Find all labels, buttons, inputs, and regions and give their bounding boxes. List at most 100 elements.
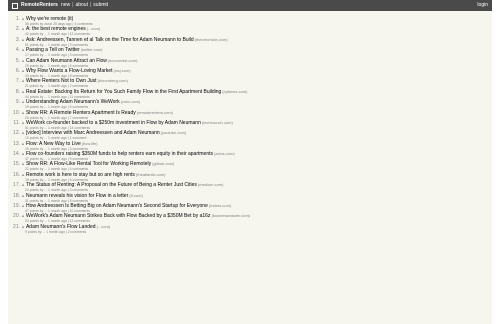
story-domain[interactable]: (forbes.com) <box>209 203 231 208</box>
story-title-link[interactable]: Adam Neumann's Flow Landed <box>26 224 96 230</box>
story-domain[interactable]: (...com) <box>87 26 101 31</box>
list-item: 19.▲How Andreessen Is Betting Big on Ada… <box>8 203 492 213</box>
nav-new-link[interactable]: new <box>61 0 70 11</box>
story-rank: 5. <box>15 57 20 64</box>
list-item: 5.▲Can Adam Neumann Attract an Flow(econ… <box>8 58 492 68</box>
story-domain[interactable]: (theatlantic.com) <box>136 172 166 177</box>
story-meta: 44 points by ... 1 month ago | 11 commen… <box>25 94 90 99</box>
story-domain[interactable]: (flow.life) <box>82 141 98 146</box>
nav-submit-link[interactable]: submit <box>93 0 108 11</box>
story-rank: 16. <box>13 171 20 178</box>
list-item: 13.▲Flow: A New Way to Live(flow.life) 15… <box>8 141 492 151</box>
story-rank: 10. <box>13 109 20 116</box>
story-domain[interactable]: (bloomberg.com) <box>98 78 128 83</box>
upvote-icon[interactable]: ▲ <box>21 68 25 73</box>
story-domain[interactable]: (axios.com) <box>214 151 235 156</box>
story-meta: 38 points by zanzi 28 days ago | 4 comme… <box>25 22 93 26</box>
list-item: 1.▲Why we're remote (it) 38 points by zan… <box>8 16 492 26</box>
list-item: 16.▲Remote work is here to stay but so a… <box>8 172 492 182</box>
upvote-icon[interactable]: ▲ <box>21 120 25 125</box>
upvote-icon[interactable]: ▲ <box>21 172 25 177</box>
story-title-link[interactable]: Flow: A New Way to Live <box>26 141 81 147</box>
story-domain[interactable]: (ft.com) <box>129 193 143 198</box>
story-meta: 15 points by ... 1 month ago | 3 comment… <box>25 146 89 151</box>
story-title-link[interactable]: Remote work is here to stay but so are h… <box>26 172 135 178</box>
story-title-link[interactable]: Neumann reveals his vision for Flow in a… <box>26 193 128 199</box>
header-bar: RemoteRenters new | about | submit login <box>8 0 492 11</box>
story-list: 1.▲Why we're remote (it) 38 points by zan… <box>8 11 492 234</box>
story-meta: 53 points by ... 1 month ago | 12 commen… <box>25 219 90 224</box>
story-domain[interactable]: (cnbc.com) <box>121 99 141 104</box>
story-rank: 2. <box>15 26 20 33</box>
list-item: 15.▲Show RR: A Flow-Like Rental Tool for… <box>8 161 492 171</box>
upvote-icon[interactable]: ▲ <box>21 89 25 94</box>
login-link[interactable]: login <box>477 0 488 11</box>
story-rank: 13. <box>13 140 20 147</box>
story-meta: 21 points by ... 1 month ago | 2 comment… <box>25 84 89 89</box>
story-rank: 20. <box>13 213 20 220</box>
story-rank: 21. <box>13 223 20 230</box>
upvote-icon[interactable]: ▲ <box>21 110 25 115</box>
upvote-icon[interactable]: ▲ <box>21 47 25 52</box>
list-item: 14.▲Flow co-founders raising $350M funds… <box>8 151 492 161</box>
story-rank: 11. <box>13 119 20 126</box>
story-title-link[interactable]: Real Estate: Backing Its Return for You … <box>26 89 221 95</box>
story-title-link[interactable]: Can Adam Neumann Attract an Flow <box>26 58 107 64</box>
upvote-icon[interactable]: ▲ <box>21 193 25 198</box>
story-domain[interactable]: (twitter.com) <box>81 47 103 52</box>
story-rank: 6. <box>15 67 20 74</box>
story-domain[interactable]: (medium.com) <box>198 182 224 187</box>
nav-about-link[interactable]: about <box>75 0 88 11</box>
story-meta: 33 points by ... 1 month ago | 8 comment… <box>25 73 89 78</box>
upvote-icon[interactable]: ▲ <box>21 37 25 42</box>
story-rank: 15. <box>13 161 20 168</box>
story-rank: 4. <box>15 47 20 54</box>
story-rank: 18. <box>13 192 20 199</box>
story-domain[interactable]: (businessinsider.com) <box>211 213 250 218</box>
story-title-link[interactable]: Ask: Andreessen, Tannen et al Talk on th… <box>26 37 194 43</box>
story-domain[interactable]: (...com) <box>97 224 111 229</box>
story-meta: 9 points by ... 1 month ago | 2 comments <box>25 229 87 234</box>
story-domain[interactable]: (github.com) <box>152 161 174 166</box>
story-rank: 3. <box>15 36 20 43</box>
upvote-icon[interactable]: ▲ <box>21 182 25 187</box>
story-meta: 18 points by ... 1 month ago | 6 comment… <box>25 177 89 182</box>
story-rank: 17. <box>13 182 20 189</box>
list-item: 11.▲WeWork co-founder backed to a $250m … <box>8 120 492 130</box>
upvote-icon[interactable]: ▲ <box>21 130 25 135</box>
nav-separator: | <box>89 2 92 8</box>
story-domain[interactable]: (wsj.com) <box>113 68 130 73</box>
upvote-icon[interactable]: ▲ <box>21 99 25 104</box>
upvote-icon[interactable]: ▲ <box>21 26 25 31</box>
story-domain[interactable]: (remoterenters.com) <box>137 110 173 115</box>
story-rank: 14. <box>13 151 20 158</box>
logo-icon[interactable] <box>12 2 18 9</box>
upvote-icon[interactable]: ▲ <box>21 141 25 146</box>
upvote-icon[interactable]: ▲ <box>21 58 25 63</box>
list-item: 17.▲The Status of Renting: A Proposal on… <box>8 182 492 192</box>
story-domain[interactable]: (thechronicle.com) <box>195 37 228 42</box>
upvote-icon[interactable]: ▲ <box>21 16 25 21</box>
story-rank: 19. <box>13 203 20 210</box>
story-meta: 29 points by ... 1 month ago | 6 comment… <box>25 63 89 68</box>
upvote-icon[interactable]: ▲ <box>21 224 25 229</box>
list-item: 20.▲WeWork's Adam Neumann Strikes Back w… <box>8 213 492 223</box>
list-item: 10.▲Show RR: A Remote Renters Apartment … <box>8 110 492 120</box>
list-item: 12.▲[video] Interview with Marc Andreess… <box>8 130 492 140</box>
story-rank: 8. <box>15 88 20 95</box>
upvote-icon[interactable]: ▲ <box>21 161 25 166</box>
list-item: 4.▲Passing a Tell on Twitter(twitter.com… <box>8 47 492 57</box>
story-domain[interactable]: (youtube.com) <box>161 130 187 135</box>
upvote-icon[interactable]: ▲ <box>21 151 25 156</box>
story-domain[interactable]: (nytimes.com) <box>222 89 247 94</box>
story-domain[interactable]: (techcrunch.com) <box>202 120 233 125</box>
story-title-link[interactable]: Show RR: A Remote Renters Apartment Is R… <box>26 110 136 116</box>
upvote-icon[interactable]: ▲ <box>21 213 25 218</box>
upvote-icon[interactable]: ▲ <box>21 203 25 208</box>
list-item: 7.▲Where Renters Not to Own Just(bloombe… <box>8 78 492 88</box>
list-item: 6.▲Why Flow Wants a Flow-Loving Market(w… <box>8 68 492 78</box>
site-name[interactable]: RemoteRenters <box>21 0 58 11</box>
story-meta: 26 points by ... 1 month ago | 7 comment… <box>25 115 89 120</box>
upvote-icon[interactable]: ▲ <box>21 78 25 83</box>
story-domain[interactable]: (economist.com) <box>108 58 138 63</box>
